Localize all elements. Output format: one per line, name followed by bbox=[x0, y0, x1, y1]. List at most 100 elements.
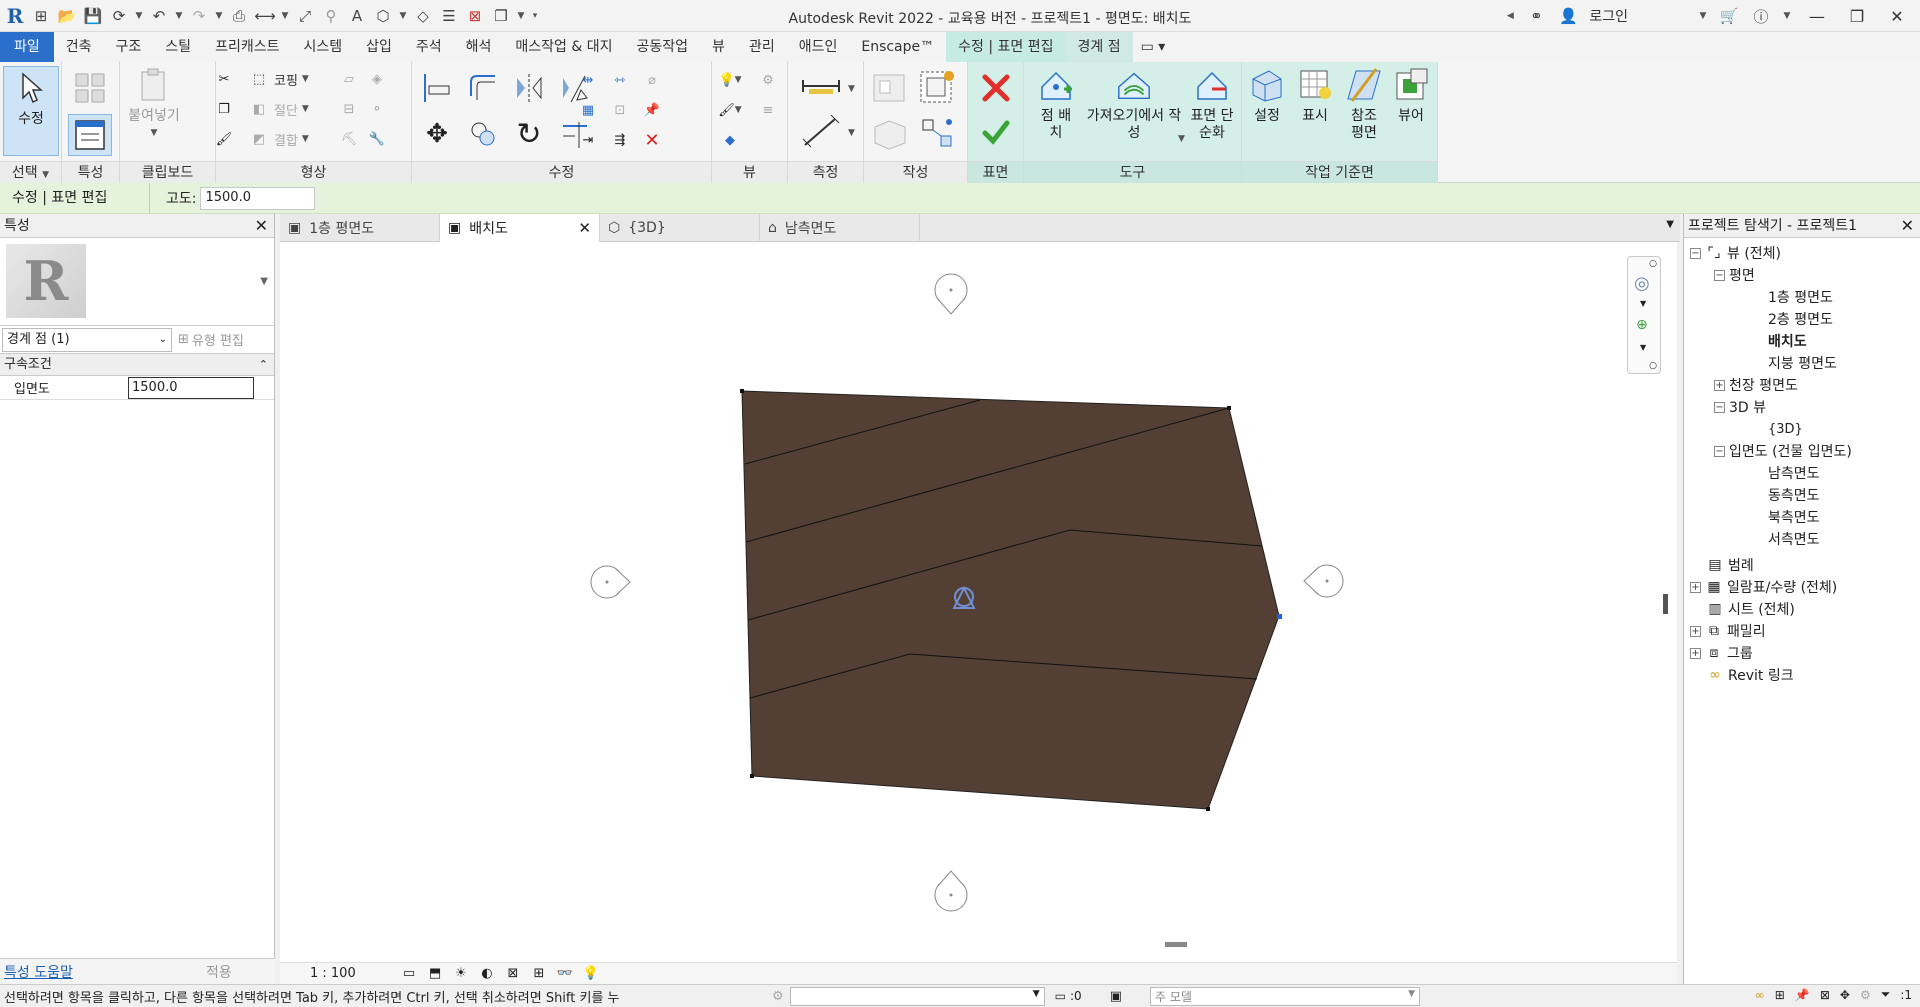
simplify-surface-button[interactable]: 표면 단순화 bbox=[1184, 66, 1240, 142]
delete-icon[interactable]: ✕ bbox=[640, 128, 664, 152]
temporary-hide-icon[interactable]: 👓 bbox=[556, 966, 574, 982]
ribbon-display-toggle[interactable]: ▭ ▾ bbox=[1133, 32, 1174, 62]
trim-single-icon[interactable]: ⇥ bbox=[576, 128, 600, 152]
elevation-value-field[interactable]: 1500.0 bbox=[128, 376, 254, 399]
sync-icon[interactable]: ⟳ bbox=[108, 5, 130, 27]
properties-palette-icon[interactable] bbox=[68, 114, 112, 156]
select-links-icon[interactable]: ∞ bbox=[1755, 988, 1765, 1002]
measure-icon[interactable]: ⟷ bbox=[254, 5, 276, 27]
reference-plane-button[interactable]: 참조 평면 bbox=[1340, 66, 1388, 142]
drag-elements-icon[interactable]: ✥ bbox=[1840, 988, 1850, 1002]
tab-analyze[interactable]: 해석 bbox=[454, 32, 504, 62]
restore-button[interactable]: ❐ bbox=[1842, 7, 1872, 26]
tag-icon[interactable]: ⚲ bbox=[320, 5, 342, 27]
open-icon[interactable]: 📂 bbox=[56, 5, 78, 27]
collapse-toggle-icon[interactable]: − bbox=[1714, 401, 1725, 413]
instance-filter-select[interactable]: 경계 점 (1) ⌄ bbox=[2, 327, 172, 352]
create-assembly-icon[interactable] bbox=[868, 114, 912, 154]
collapse-icon[interactable]: ⌃ bbox=[259, 354, 268, 376]
tree-item-legends[interactable]: ▤ 범례 bbox=[1706, 554, 1753, 576]
demolish-icon[interactable]: ⛏ bbox=[338, 128, 360, 150]
boundary-point-selected[interactable] bbox=[1277, 614, 1282, 619]
modify-button[interactable]: 수정 bbox=[3, 66, 59, 156]
unpin-icon[interactable]: ⌀ bbox=[640, 68, 664, 92]
tree-item-plans[interactable]: − 평면 bbox=[1714, 264, 1755, 286]
tree-item-north-elevation[interactable]: 북측면도 bbox=[1768, 506, 1820, 528]
chevron-down-icon[interactable]: ▼ bbox=[398, 5, 408, 27]
offset-icon[interactable] bbox=[464, 68, 502, 108]
crop-view-icon[interactable]: ⊠ bbox=[504, 966, 522, 982]
tab-massing-site[interactable]: 매스작업 & 대지 bbox=[503, 32, 624, 62]
visual-style-icon[interactable]: ⬒ bbox=[426, 966, 444, 982]
copy-icon[interactable]: ❐ bbox=[213, 98, 235, 120]
expand-toggle-icon[interactable]: + bbox=[1690, 647, 1701, 659]
close-hidden-icon[interactable]: ⊠ bbox=[464, 5, 486, 27]
create-parts-icon[interactable] bbox=[868, 68, 912, 108]
tree-item-sheets[interactable]: ▥ 시트 (전체) bbox=[1706, 598, 1795, 620]
close-icon[interactable]: ✕ bbox=[1901, 214, 1914, 238]
view-tab-site-plan[interactable]: ▣ 배치도 ✕ bbox=[440, 214, 600, 242]
type-properties-icon[interactable] bbox=[70, 68, 110, 108]
tabs-menu-icon[interactable]: ▼ bbox=[1666, 219, 1674, 230]
paste-button[interactable]: 붙여넣기 ▼ bbox=[128, 66, 180, 142]
split-face-icon[interactable]: ◈ bbox=[366, 68, 388, 90]
tab-architecture[interactable]: 건축 bbox=[54, 32, 104, 62]
match-type-icon[interactable]: 🖌 bbox=[213, 128, 235, 150]
expand-toggle-icon[interactable]: + bbox=[1714, 379, 1725, 391]
design-option-select[interactable]: 주 모델 ▼ bbox=[1149, 986, 1420, 1006]
constraints-group-header[interactable]: 구속조건 ⌃ bbox=[0, 354, 274, 376]
tab-file[interactable]: 파일 bbox=[0, 32, 54, 62]
apply-button[interactable]: 적용 bbox=[170, 962, 232, 982]
close-icon[interactable]: ✕ bbox=[255, 214, 268, 238]
copy-element-icon[interactable] bbox=[464, 114, 502, 154]
shadows-icon[interactable]: ◐ bbox=[478, 966, 496, 982]
measure-between-icon[interactable] bbox=[796, 72, 846, 100]
select-underlay-icon[interactable]: ⊞ bbox=[1775, 988, 1785, 1002]
tree-item-3d-views[interactable]: −3D 뷰 bbox=[1714, 396, 1766, 418]
create-from-import-button[interactable]: 가져오기에서 작성 bbox=[1084, 66, 1184, 142]
tree-item-3d[interactable]: {3D} bbox=[1768, 418, 1803, 440]
steering-wheel-icon[interactable]: ◎ bbox=[1634, 273, 1650, 294]
drawing-canvas[interactable]: ○ ◎ ▼ ⊕ ▼ ○ bbox=[280, 242, 1677, 962]
design-option-icon[interactable]: ▣ bbox=[1110, 989, 1122, 1004]
tree-item-families[interactable]: + ⧉ 패밀리 bbox=[1690, 620, 1766, 642]
cut-scissors-icon[interactable]: ✂ bbox=[213, 68, 235, 90]
paint-icon[interactable]: 🔧 bbox=[366, 128, 388, 150]
tab-steel[interactable]: 스틸 bbox=[153, 32, 203, 62]
shape-handles-icon[interactable]: ⚬ bbox=[366, 98, 388, 120]
revit-logo-icon[interactable]: R bbox=[4, 4, 26, 28]
tab-modify-edit-surface[interactable]: 수정 | 표면 편집 bbox=[946, 32, 1066, 62]
vertical-scroll-grip[interactable] bbox=[1663, 594, 1668, 614]
expand-toggle-icon[interactable]: + bbox=[1690, 625, 1701, 637]
text-icon[interactable]: A bbox=[346, 5, 368, 27]
chevron-down-icon[interactable]: ▼ bbox=[1640, 299, 1646, 308]
close-window-button[interactable]: ✕ bbox=[1882, 7, 1912, 26]
dimension-icon[interactable]: ⤢ bbox=[294, 5, 316, 27]
tree-item-west-elevation[interactable]: 서측면도 bbox=[1768, 528, 1820, 550]
tab-boundary-point[interactable]: 경계 점 bbox=[1065, 32, 1133, 62]
save-icon[interactable]: 💾 bbox=[82, 5, 104, 27]
filter-icon[interactable]: ⏷ bbox=[1881, 987, 1891, 1002]
login-button[interactable]: 로그인 bbox=[1589, 6, 1628, 26]
cancel-edit-surface-icon[interactable] bbox=[978, 70, 1014, 106]
override-brush-icon[interactable]: 🖌 ▼ bbox=[718, 98, 742, 122]
collapse-toggle-icon[interactable]: − bbox=[1690, 247, 1701, 259]
rotate-icon[interactable]: ↻ bbox=[510, 114, 548, 154]
expand-left-icon[interactable]: ◀ bbox=[1505, 5, 1515, 27]
create-similar-icon[interactable] bbox=[916, 114, 960, 154]
array-icon[interactable]: ▦ bbox=[576, 98, 600, 122]
show-crop-icon[interactable]: ⊞ bbox=[530, 966, 548, 982]
navbar-close-icon[interactable]: ○ bbox=[1649, 259, 1657, 269]
boundary-point[interactable] bbox=[1227, 406, 1231, 410]
chevron-down-icon[interactable]: ▼ bbox=[1640, 343, 1646, 352]
elevation-marker-east[interactable] bbox=[1303, 564, 1344, 598]
chevron-down-icon[interactable]: ▼ bbox=[134, 5, 144, 27]
chevron-down-icon[interactable]: ▼ bbox=[1698, 5, 1708, 27]
view-tab-3d[interactable]: ⬡ {3D} bbox=[600, 214, 760, 242]
user-icon[interactable]: 👤 bbox=[1557, 5, 1579, 27]
boundary-point[interactable] bbox=[750, 774, 754, 778]
linework-icon[interactable]: ≡ bbox=[756, 98, 780, 122]
elevation-input[interactable]: 1500.0 bbox=[200, 186, 316, 210]
place-point-button[interactable]: 점 배치 bbox=[1030, 66, 1082, 142]
minimize-button[interactable]: — bbox=[1802, 7, 1832, 26]
